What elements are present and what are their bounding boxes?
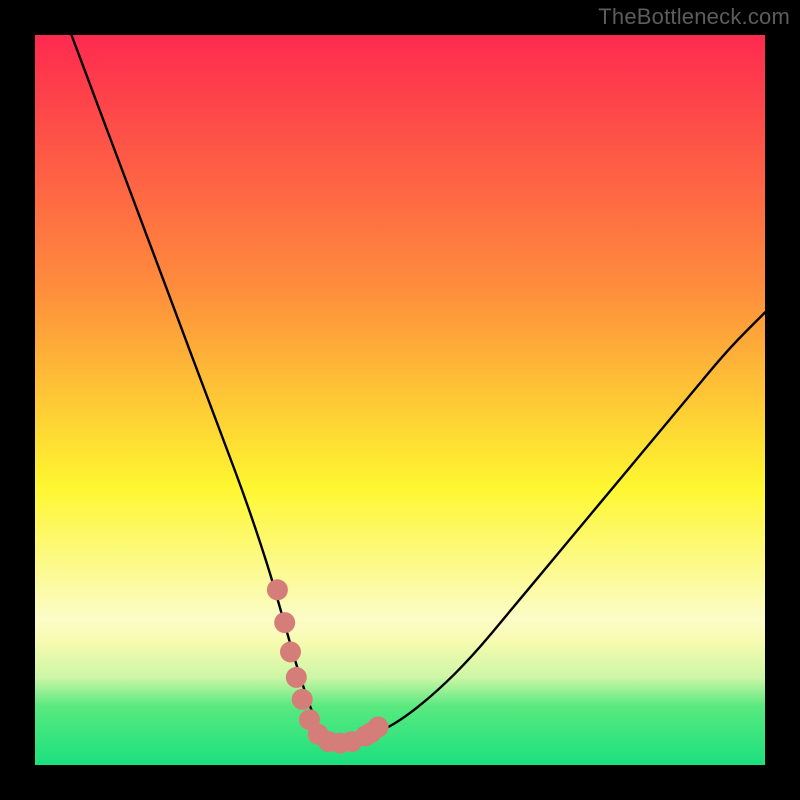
- plot-area: [35, 35, 765, 765]
- optimal-marker: [280, 641, 301, 662]
- optimal-marker: [267, 579, 288, 600]
- optimal-marker: [292, 689, 313, 710]
- watermark-text: TheBottleneck.com: [598, 4, 790, 30]
- chart-frame: TheBottleneck.com: [0, 0, 800, 800]
- bottleneck-chart: [35, 35, 765, 765]
- optimal-marker: [286, 667, 307, 688]
- optimal-marker: [274, 612, 295, 633]
- optimal-marker: [368, 717, 389, 738]
